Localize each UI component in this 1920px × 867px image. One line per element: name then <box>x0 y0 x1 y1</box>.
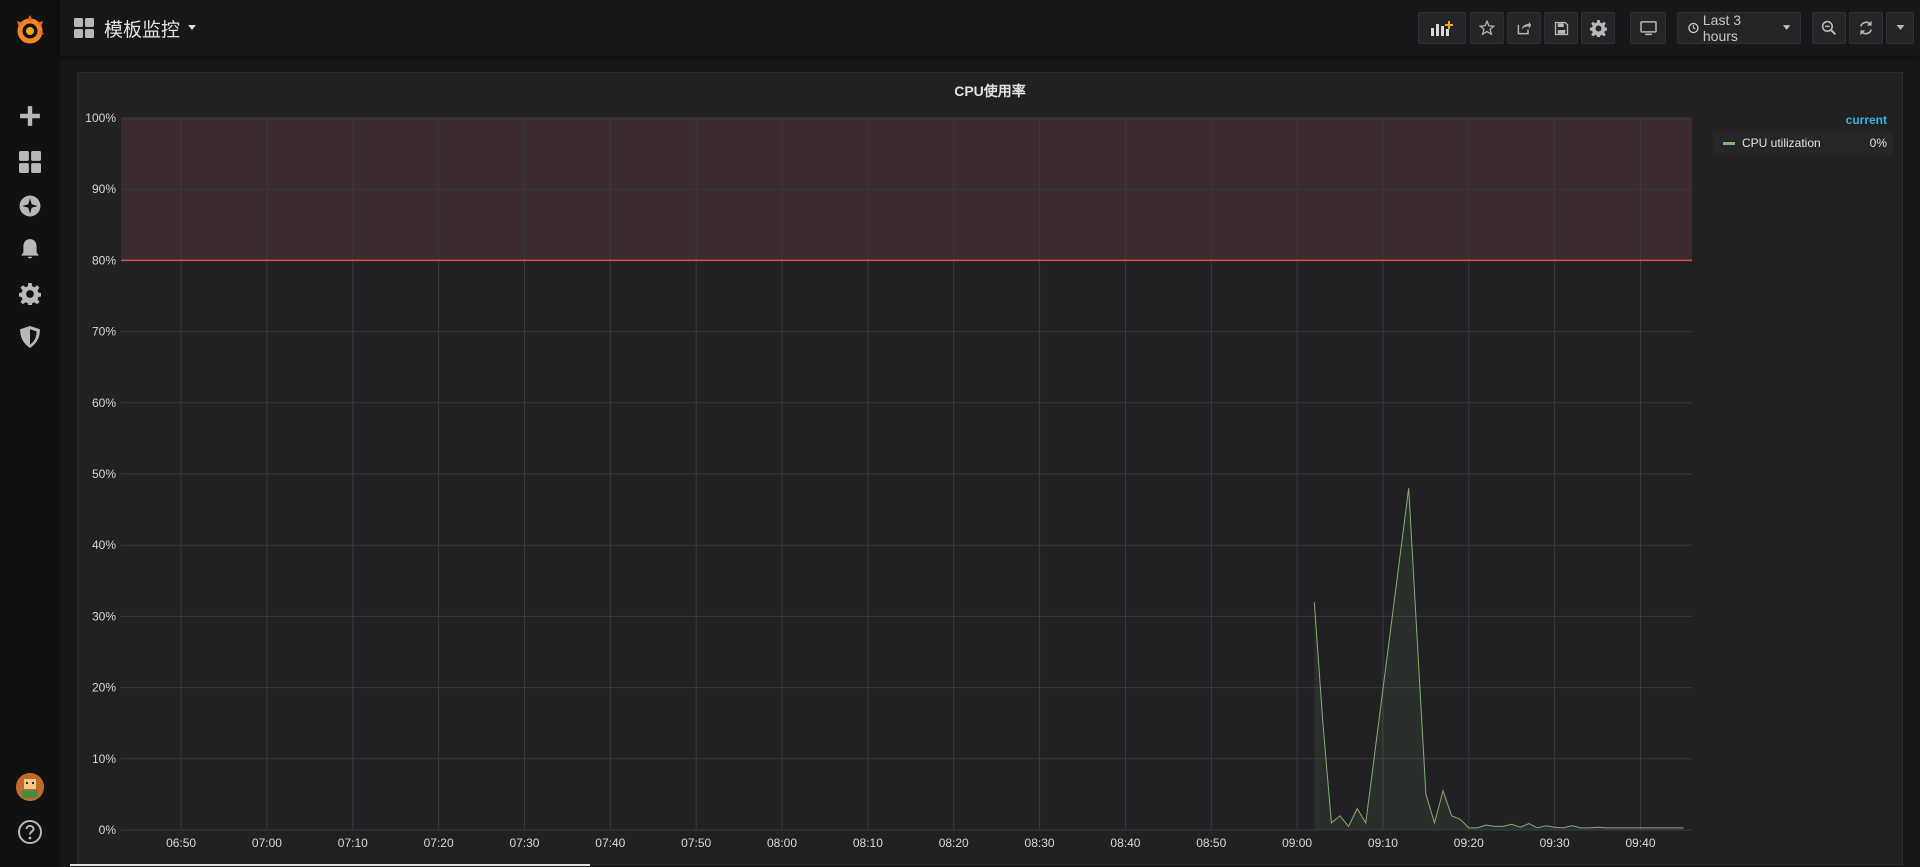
x-tick-label: 06:50 <box>166 836 196 850</box>
graph-panel: CPU使用率 0% 10% 20% 30% 40% 50% 60% 70% 80% 90% 100%… <box>77 72 1903 865</box>
x-tick-label: 07:50 <box>681 836 711 850</box>
y-tick-label: 20% <box>92 681 116 695</box>
x-tick-label: 07:30 <box>509 836 539 850</box>
grafana-logo-icon[interactable] <box>12 12 48 48</box>
time-picker-button[interactable]: Last 3 hours <box>1677 12 1801 44</box>
alerting-bell-icon[interactable] <box>15 234 45 264</box>
series-line <box>1313 488 1684 829</box>
y-tick-label: 100% <box>85 111 116 125</box>
dashboard-settings-button[interactable] <box>1581 12 1615 44</box>
user-avatar[interactable] <box>16 773 44 801</box>
y-tick-label: 80% <box>92 253 116 267</box>
x-tick-label: 08:10 <box>853 836 883 850</box>
y-tick-label: 70% <box>92 325 116 339</box>
y-tick-label: 30% <box>92 609 116 623</box>
x-tick-label: 07:10 <box>338 836 368 850</box>
save-button[interactable] <box>1544 12 1578 44</box>
explore-compass-icon[interactable] <box>15 191 45 221</box>
x-tick-label: 09:30 <box>1540 836 1570 850</box>
refresh-button[interactable] <box>1849 12 1883 44</box>
side-menu <box>0 0 60 867</box>
y-tick-label: 10% <box>92 752 116 766</box>
dashboard-title: 模板监控 <box>104 19 181 41</box>
save-icon <box>1554 21 1568 35</box>
legend-series-name: CPU utilization <box>1742 136 1821 150</box>
refresh-icon <box>1860 20 1872 36</box>
y-tick-label: 0% <box>99 823 117 837</box>
legend-series-value: 0% <box>1869 136 1887 150</box>
x-tick-label: 09:40 <box>1625 836 1655 850</box>
help-icon[interactable] <box>16 818 44 846</box>
x-tick-label: 07:00 <box>252 836 282 850</box>
star-icon <box>1479 20 1495 36</box>
legend-item[interactable]: CPU utilization 0% <box>1713 131 1893 155</box>
cpu-usage-chart: 0% 10% 20% 30% 40% 50% 60% 70% 80% 90% 100% 06:50 07… <box>85 111 1692 850</box>
chevron-down-icon <box>1896 25 1904 30</box>
monitor-icon <box>1639 20 1657 35</box>
y-tick-label: 90% <box>92 182 116 196</box>
cycle-view-mode-button[interactable] <box>1630 12 1666 44</box>
clock-icon <box>1688 22 1699 34</box>
x-tick-label: 09:10 <box>1368 836 1398 850</box>
create-plus-icon[interactable] <box>15 101 45 131</box>
dashboard-title-button[interactable]: 模板监控 <box>74 14 197 42</box>
chevron-down-icon <box>1782 25 1790 30</box>
chevron-down-icon <box>188 25 197 30</box>
x-tick-label: 08:40 <box>1110 836 1140 850</box>
y-tick-label: 60% <box>92 396 116 410</box>
add-panel-icon <box>1431 21 1453 36</box>
x-tick-label: 07:40 <box>595 836 625 850</box>
dashboard-grid-icon <box>74 18 94 38</box>
dashboards-icon[interactable] <box>15 147 45 177</box>
x-tick-label: 08:30 <box>1025 836 1055 850</box>
add-panel-button[interactable] <box>1418 12 1466 44</box>
star-button[interactable] <box>1470 12 1504 44</box>
gear-icon <box>1589 19 1607 37</box>
zoom-out-icon <box>1821 20 1837 36</box>
legend: current CPU utilization 0% <box>1713 113 1893 155</box>
configuration-gear-icon[interactable] <box>15 279 45 309</box>
x-tick-label: 09:00 <box>1282 836 1312 850</box>
zoom-out-button[interactable] <box>1812 12 1846 44</box>
refresh-interval-button[interactable] <box>1886 12 1914 44</box>
y-tick-label: 50% <box>92 467 116 481</box>
time-range-label: Last 3 hours <box>1702 12 1742 44</box>
legend-series-swatch <box>1723 141 1735 145</box>
series-area <box>1314 488 1684 830</box>
top-navbar: 模板监控 Last 3 hours <box>60 0 1920 56</box>
x-tick-label: 07:20 <box>424 836 454 850</box>
x-tick-label: 08:50 <box>1196 836 1226 850</box>
server-admin-shield-icon[interactable] <box>15 322 45 352</box>
x-tick-label: 08:20 <box>939 836 969 850</box>
y-tick-label: 40% <box>92 538 116 552</box>
legend-header[interactable]: current <box>1713 113 1893 127</box>
x-tick-label: 08:00 <box>767 836 797 850</box>
horizontal-scrollbar[interactable] <box>70 864 590 866</box>
x-tick-label: 09:20 <box>1454 836 1484 850</box>
share-button[interactable] <box>1507 12 1541 44</box>
share-icon <box>1517 21 1532 35</box>
